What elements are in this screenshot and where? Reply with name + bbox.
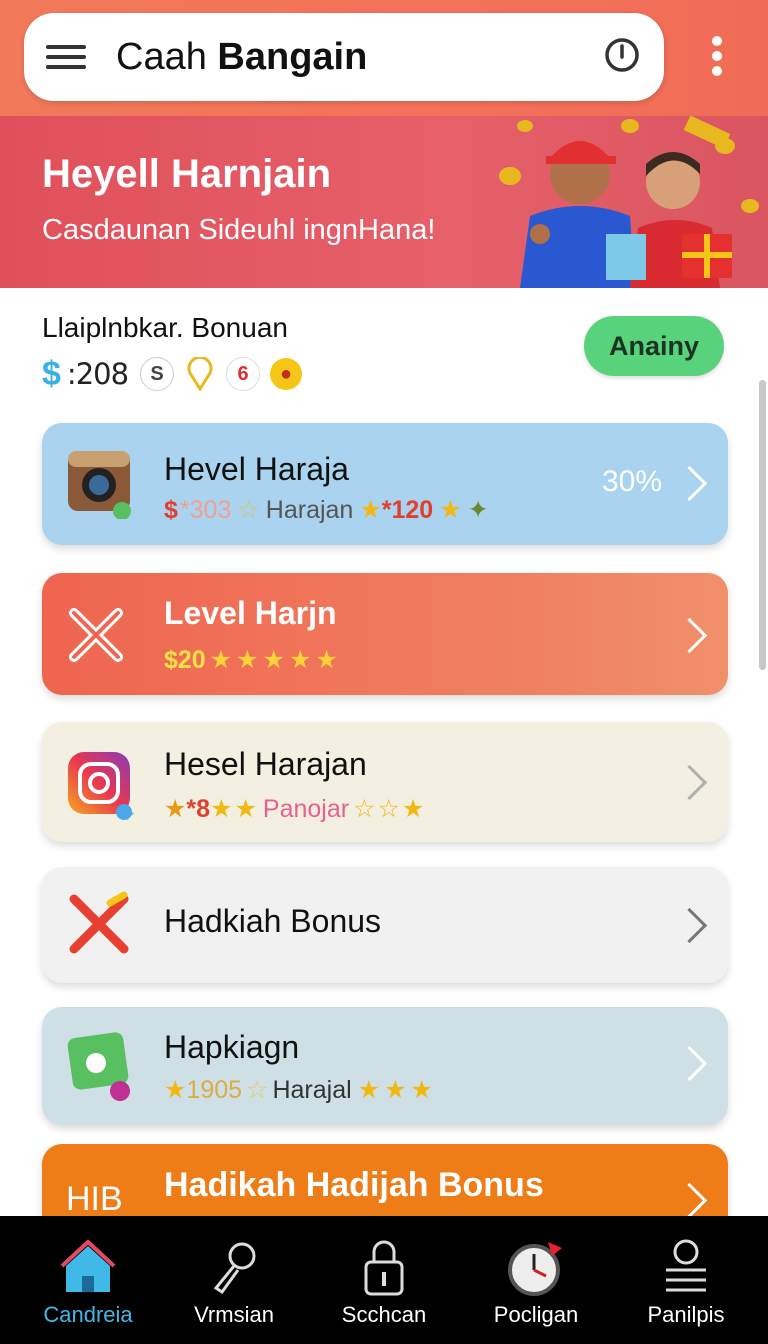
banner-title: Heyell Harnjain (42, 152, 332, 196)
promo-banner[interactable]: Heyell Harnjain Casdaunan Sideuhl ingnHa… (0, 116, 768, 288)
hib-icon: HIB (66, 1180, 123, 1218)
bonus-balance-row: $ :208 S 6 ● (42, 354, 312, 394)
nav-item-search[interactable]: Vrmsian (164, 1216, 304, 1344)
instagram-icon (68, 752, 134, 820)
chevron-right-icon (671, 617, 708, 654)
chevron-right-icon (671, 907, 708, 944)
location-pin-icon (184, 357, 216, 391)
menu-icon[interactable] (46, 45, 86, 71)
photo-icon (67, 1032, 130, 1101)
card-title: Hevel Haraja (164, 451, 349, 487)
card-subtitle: ★ *8 ★★ Panojar ☆☆★ (164, 794, 427, 824)
power-icon[interactable] (604, 37, 640, 73)
card-title: Hadkiah Bonus (164, 903, 382, 939)
nav-label: Vrmsian (194, 1302, 274, 1327)
nav-label: Scchcan (341, 1302, 427, 1327)
profile-icon (666, 1239, 706, 1292)
bonus-card-1[interactable]: Hevel Haraja $ *303 ☆ Harajan ★ *120 ★ ✦… (42, 423, 728, 545)
card-subtitle: ★ 1905 ☆ Harajal ★★★ (164, 1075, 437, 1105)
card-title: Level Harjn (164, 595, 337, 631)
bonus-card-2[interactable]: Level Harjn $20 ★★★★★ (42, 573, 728, 695)
search-icon (213, 1242, 256, 1295)
paw-coin-icon: ● (270, 358, 303, 390)
card-title: Hadikah Hadijah Bonus (164, 1166, 544, 1204)
s-coin-icon: S (140, 357, 175, 391)
six-coin-icon: 6 (226, 357, 261, 391)
nav-item-home[interactable]: Candreia (18, 1216, 158, 1344)
chevron-right-icon (671, 1182, 708, 1219)
kids-illustration (499, 116, 759, 288)
currency-symbol: $ (42, 354, 61, 393)
card-title: Hesel Harajan (164, 746, 367, 782)
bonus-card-3[interactable]: Hesel Harajan ★ *8 ★★ Panojar ☆☆★ (42, 722, 728, 842)
clock-icon (508, 1242, 562, 1296)
more-options-icon[interactable] (710, 36, 724, 78)
nav-label: Panilpis (647, 1302, 725, 1327)
camera-icon (68, 451, 131, 519)
nav-item-profile[interactable]: Panilpis (616, 1216, 756, 1344)
top-app-bar: Caah Bangain (0, 0, 768, 116)
title-bar: Caah Bangain (24, 13, 664, 101)
lock-icon (364, 1240, 404, 1296)
card-title: Hapkiagn (164, 1029, 300, 1065)
bottom-navigation: Candreia Vrmsian Scchcan Pocligan Panilp… (0, 1216, 768, 1344)
progress-percent: 30% (601, 465, 662, 498)
bonus-amount: :208 (66, 357, 129, 391)
cross-icon (69, 608, 123, 662)
bonus-label: Llaiplnbkar. Bonuan (42, 312, 288, 343)
nav-label: Candreia (43, 1302, 133, 1327)
banner-subtitle: Casdaunan Sideuhl ingnHana! (42, 214, 436, 246)
card-subtitle: $20 ★★★★★ (164, 645, 342, 675)
nav-item-clock[interactable]: Pocligan (466, 1216, 606, 1344)
scrollbar[interactable] (759, 380, 766, 670)
home-icon (60, 1239, 116, 1292)
chevron-right-icon (671, 764, 708, 801)
bonus-card-5[interactable]: Hapkiagn ★ 1905 ☆ Harajal ★★★ (42, 1007, 728, 1125)
nav-label: Pocligan (493, 1302, 579, 1327)
claim-button[interactable]: Anainy (584, 316, 724, 376)
pencil-cross-icon (69, 891, 129, 954)
bonus-card-4[interactable]: Hadkiah Bonus (42, 867, 728, 983)
chevron-right-icon (671, 1045, 708, 1082)
nav-item-lock[interactable]: Scchcan (314, 1216, 454, 1344)
app-title: Caah Bangain (116, 36, 368, 78)
card-subtitle: $ *303 ☆ Harajan ★ *120 ★ ✦ (164, 495, 489, 525)
chevron-right-icon (671, 465, 708, 502)
